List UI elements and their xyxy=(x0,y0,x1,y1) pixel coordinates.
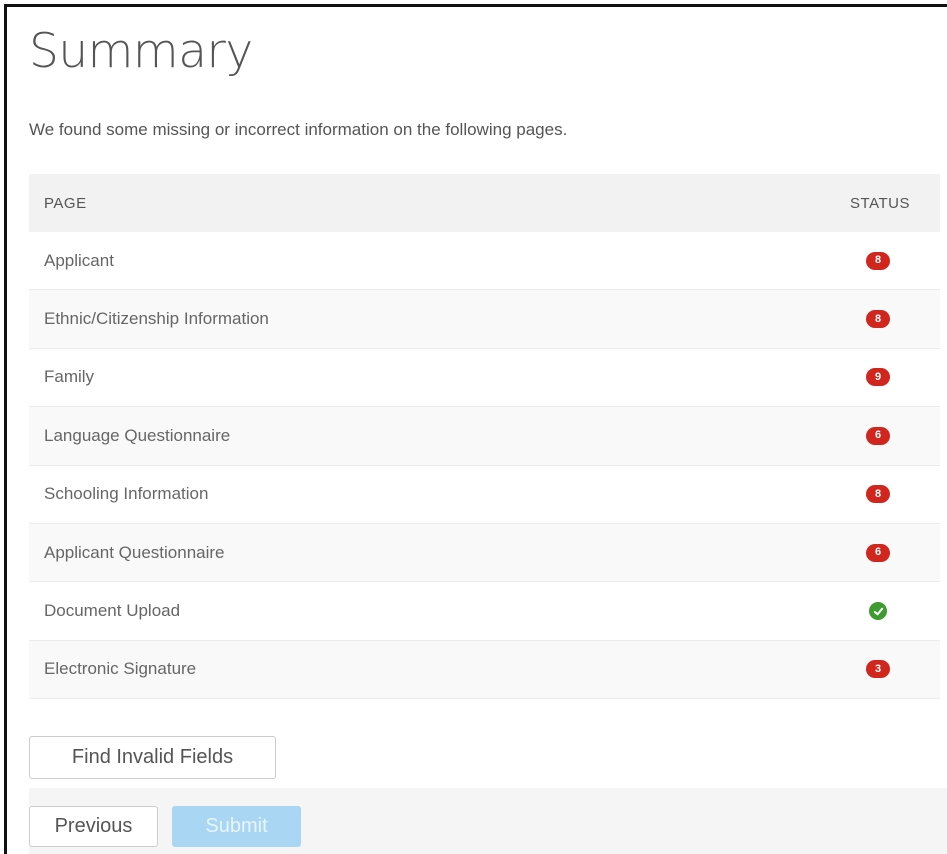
column-header-page: PAGE xyxy=(44,194,87,212)
table-row: Family 9 xyxy=(29,349,940,408)
row-page-name: Ethnic/Citizenship Information xyxy=(44,309,269,329)
table-header: PAGE STATUS xyxy=(29,174,940,232)
error-count-badge: 6 xyxy=(866,426,890,445)
intro-text: We found some missing or incorrect infor… xyxy=(29,120,568,139)
table-row: Ethnic/Citizenship Information 8 xyxy=(29,290,940,349)
previous-button[interactable]: Previous xyxy=(29,806,158,847)
row-page-name: Applicant Questionnaire xyxy=(44,542,225,562)
page-title: Summary xyxy=(29,24,253,79)
table-row: Language Questionnaire 6 xyxy=(29,407,940,466)
error-count-badge: 3 xyxy=(866,660,890,679)
row-page-name: Applicant xyxy=(44,250,114,270)
row-page-name: Document Upload xyxy=(44,601,181,621)
summary-table: PAGE STATUS Applicant 8 Ethnic/Citizensh… xyxy=(29,174,940,700)
submit-button[interactable]: Submit xyxy=(172,806,301,847)
table-row: Schooling Information 8 xyxy=(29,466,940,524)
row-page-name: Language Questionnaire xyxy=(44,425,231,445)
error-count-badge: 6 xyxy=(866,543,890,562)
error-count-badge: 8 xyxy=(866,310,890,329)
row-page-name: Schooling Information xyxy=(44,484,209,504)
error-count-badge: 8 xyxy=(866,251,890,270)
bottom-action-bar xyxy=(29,788,947,854)
error-count-badge: 8 xyxy=(866,485,890,504)
error-count-badge: 9 xyxy=(866,368,890,387)
row-page-name: Family xyxy=(44,367,95,387)
table-row: Applicant Questionnaire 6 xyxy=(29,523,940,583)
table-row: Document Upload xyxy=(29,582,940,641)
check-icon xyxy=(869,602,887,621)
row-page-name: Electronic Signature xyxy=(44,659,197,679)
table-row: Applicant 8 xyxy=(29,232,940,291)
check-mark-icon xyxy=(873,607,883,615)
find-invalid-fields-button[interactable]: Find Invalid Fields xyxy=(29,736,276,779)
table-row: Electronic Signature 3 xyxy=(29,640,940,700)
column-header-status: STATUS xyxy=(850,194,910,212)
